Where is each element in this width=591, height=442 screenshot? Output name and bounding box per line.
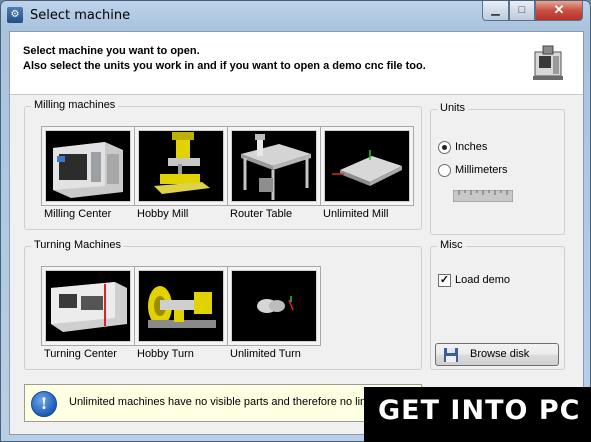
- watermark-logo: GET INTO PC: [364, 387, 591, 442]
- app-icon: ⚙: [7, 7, 23, 23]
- close-button[interactable]: ✕: [535, 1, 583, 21]
- header-line-2: Also select the units you work in and if…: [23, 60, 426, 72]
- info-bar: ! Unlimited machines have no visible par…: [24, 384, 422, 422]
- milling-machines-group: Milling machines Milling Center Hobby Mi…: [24, 99, 422, 230]
- turning-center-tile[interactable]: Turning Center: [41, 266, 135, 361]
- maximize-button[interactable]: □: [509, 1, 535, 21]
- floppy-disk-icon: [444, 348, 458, 362]
- hobby-turn-tile[interactable]: Hobby Turn: [134, 266, 228, 361]
- units-group-title: Units: [437, 102, 469, 114]
- window-title: Select machine: [30, 8, 131, 23]
- load-demo-label[interactable]: Load demo: [455, 274, 510, 286]
- millimeters-label[interactable]: Millimeters: [455, 164, 508, 176]
- hobby-turn-label: Hobby Turn: [137, 348, 194, 360]
- watermark-text: GET INTO PC: [378, 395, 581, 426]
- browse-disk-label: Browse disk: [470, 348, 530, 360]
- maximize-icon: □: [518, 4, 526, 16]
- close-icon: ✕: [553, 2, 565, 17]
- machine-icon: [533, 45, 563, 80]
- unlimited-turn-tile[interactable]: Unlimited Turn: [227, 266, 321, 361]
- units-group: Units Inches Millimeters: [430, 102, 565, 235]
- millimeters-radio[interactable]: [438, 164, 451, 177]
- inches-label[interactable]: Inches: [455, 141, 487, 153]
- hobby-mill-image: [134, 126, 228, 206]
- minimize-icon: ▁: [491, 4, 500, 16]
- info-text: Unlimited machines have no visible parts…: [69, 396, 381, 408]
- header-line-1: Select machine you want to open.: [23, 45, 200, 57]
- browse-disk-button[interactable]: Browse disk: [435, 343, 559, 366]
- load-demo-checkbox[interactable]: ✓: [438, 274, 451, 287]
- info-icon: !: [31, 391, 57, 417]
- ruler-icon: [453, 190, 513, 202]
- hobby-mill-label: Hobby Mill: [137, 208, 189, 220]
- inches-radio[interactable]: [438, 141, 451, 154]
- unlimited-mill-image: [320, 126, 414, 206]
- minimize-button[interactable]: ▁: [482, 1, 509, 21]
- router-table-image: [227, 126, 321, 206]
- unlimited-turn-label: Unlimited Turn: [230, 348, 301, 360]
- turning-center-image: [41, 266, 135, 346]
- milling-group-title: Milling machines: [31, 99, 119, 111]
- select-machine-window: ⚙ Select machine ▁ □ ✕ Select machine yo…: [0, 0, 591, 442]
- dialog-header: Select machine you want to open. Also se…: [10, 32, 583, 95]
- turning-group-title: Turning Machines: [31, 239, 125, 251]
- unlimited-turn-image: [227, 266, 321, 346]
- unlimited-mill-tile[interactable]: Unlimited Mill: [320, 126, 414, 221]
- hobby-mill-tile[interactable]: Hobby Mill: [134, 126, 228, 221]
- milling-center-tile[interactable]: Milling Center: [41, 126, 135, 221]
- misc-group: Misc ✓ Load demo Browse disk: [430, 239, 565, 370]
- misc-group-title: Misc: [437, 239, 466, 251]
- turning-machines-group: Turning Machines Turning Center Hobby Tu…: [24, 239, 422, 370]
- hobby-turn-image: [134, 266, 228, 346]
- title-bar[interactable]: ⚙ Select machine ▁ □ ✕: [1, 1, 590, 31]
- turning-center-label: Turning Center: [44, 348, 117, 360]
- router-table-tile[interactable]: Router Table: [227, 126, 321, 221]
- unlimited-mill-label: Unlimited Mill: [323, 208, 389, 220]
- milling-center-label: Milling Center: [44, 208, 112, 220]
- dialog-body: Select machine you want to open. Also se…: [9, 31, 584, 435]
- milling-center-image: [41, 126, 135, 206]
- router-table-label: Router Table: [230, 208, 293, 220]
